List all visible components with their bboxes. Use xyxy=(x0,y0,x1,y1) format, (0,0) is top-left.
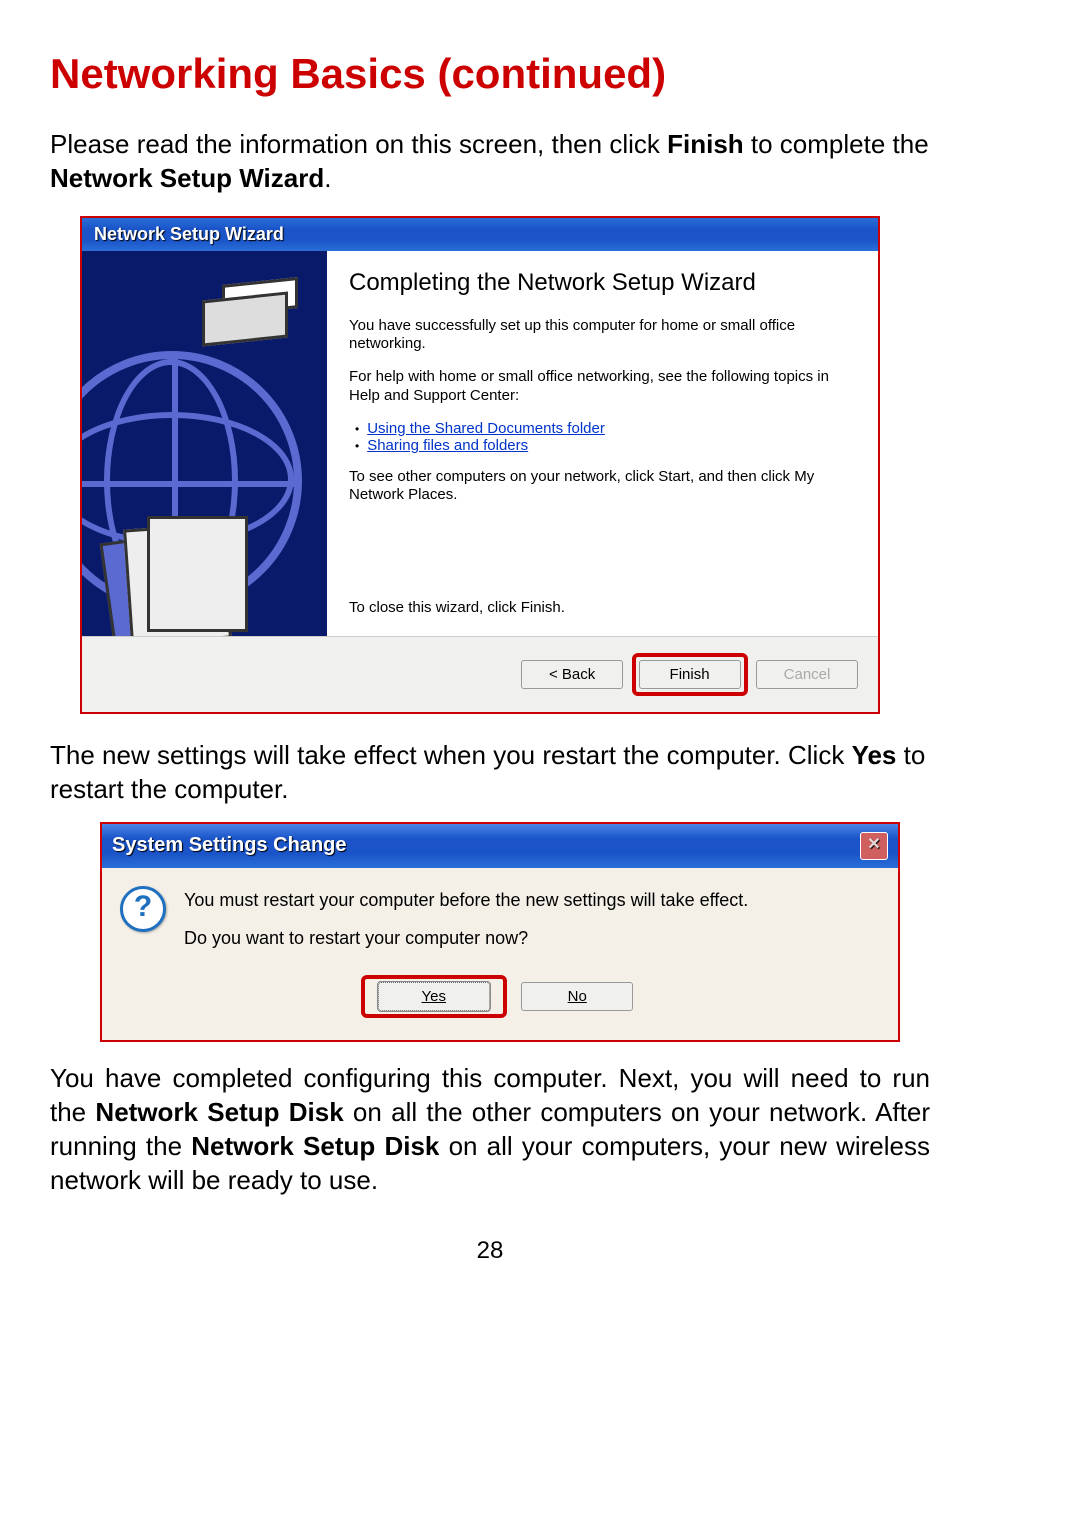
alert-titlebar: System Settings Change ✕ xyxy=(102,824,898,868)
alert-buttons: Yes No xyxy=(120,975,880,1018)
wizard-dialog: Network Setup Wizard Completing the Netw… xyxy=(80,216,880,715)
yes-button-highlight: Yes xyxy=(361,975,507,1018)
wizard-close-text: To close this wizard, click Finish. xyxy=(349,599,858,616)
intro-mid: to complete the xyxy=(744,129,929,159)
alert-line1: You must restart your computer before th… xyxy=(184,886,748,915)
cancel-button: Cancel xyxy=(756,660,858,689)
wizard-para-network-places: To see other computers on your network, … xyxy=(349,468,858,506)
link-shared-documents[interactable]: Using the Shared Documents folder xyxy=(367,420,605,437)
no-button[interactable]: No xyxy=(521,982,633,1011)
page-title: Networking Basics (continued) xyxy=(50,50,930,98)
wizard-sidebar-image xyxy=(82,251,327,637)
intro-bold-finish: Finish xyxy=(667,129,744,159)
documents-icon xyxy=(107,511,247,636)
outro-b2: Network Setup Disk xyxy=(191,1131,439,1161)
page-number: 28 xyxy=(50,1237,930,1265)
restart-bold-yes: Yes xyxy=(852,740,897,770)
close-icon[interactable]: ✕ xyxy=(860,832,888,860)
finish-button-highlight: Finish xyxy=(632,653,748,696)
intro-pre: Please read the information on this scre… xyxy=(50,129,667,159)
outro-b1: Network Setup Disk xyxy=(95,1097,343,1127)
alert-line2: Do you want to restart your computer now… xyxy=(184,924,748,953)
back-button[interactable]: < Back xyxy=(521,660,623,689)
wizard-content: Completing the Network Setup Wizard You … xyxy=(327,251,878,637)
wizard-button-bar: < Back Finish Cancel xyxy=(82,636,878,712)
alert-title: System Settings Change xyxy=(112,834,347,857)
wizard-body: Completing the Network Setup Wizard You … xyxy=(82,251,878,637)
wizard-heading: Completing the Network Setup Wizard xyxy=(349,269,858,297)
printer-icon xyxy=(202,276,302,356)
intro-bold-nsw: Network Setup Wizard xyxy=(50,163,324,193)
intro-paragraph: Please read the information on this scre… xyxy=(50,128,930,196)
wizard-titlebar: Network Setup Wizard xyxy=(82,218,878,251)
alert-text: You must restart your computer before th… xyxy=(184,886,748,954)
intro-post: . xyxy=(324,163,331,193)
wizard-help-links: Using the Shared Documents folder Sharin… xyxy=(355,420,858,454)
alert-body: ? You must restart your computer before … xyxy=(102,868,898,1041)
system-settings-dialog: System Settings Change ✕ ? You must rest… xyxy=(100,822,900,1043)
restart-pre: The new settings will take effect when y… xyxy=(50,740,852,770)
yes-button[interactable]: Yes xyxy=(378,982,490,1011)
link-sharing-files[interactable]: Sharing files and folders xyxy=(367,437,528,454)
restart-paragraph: The new settings will take effect when y… xyxy=(50,739,930,807)
question-icon: ? xyxy=(120,886,166,932)
outro-paragraph: You have completed configuring this comp… xyxy=(50,1062,930,1197)
wizard-para-success: You have successfully set up this comput… xyxy=(349,317,858,355)
wizard-para-help: For help with home or small office netwo… xyxy=(349,368,858,406)
finish-button[interactable]: Finish xyxy=(639,660,741,689)
